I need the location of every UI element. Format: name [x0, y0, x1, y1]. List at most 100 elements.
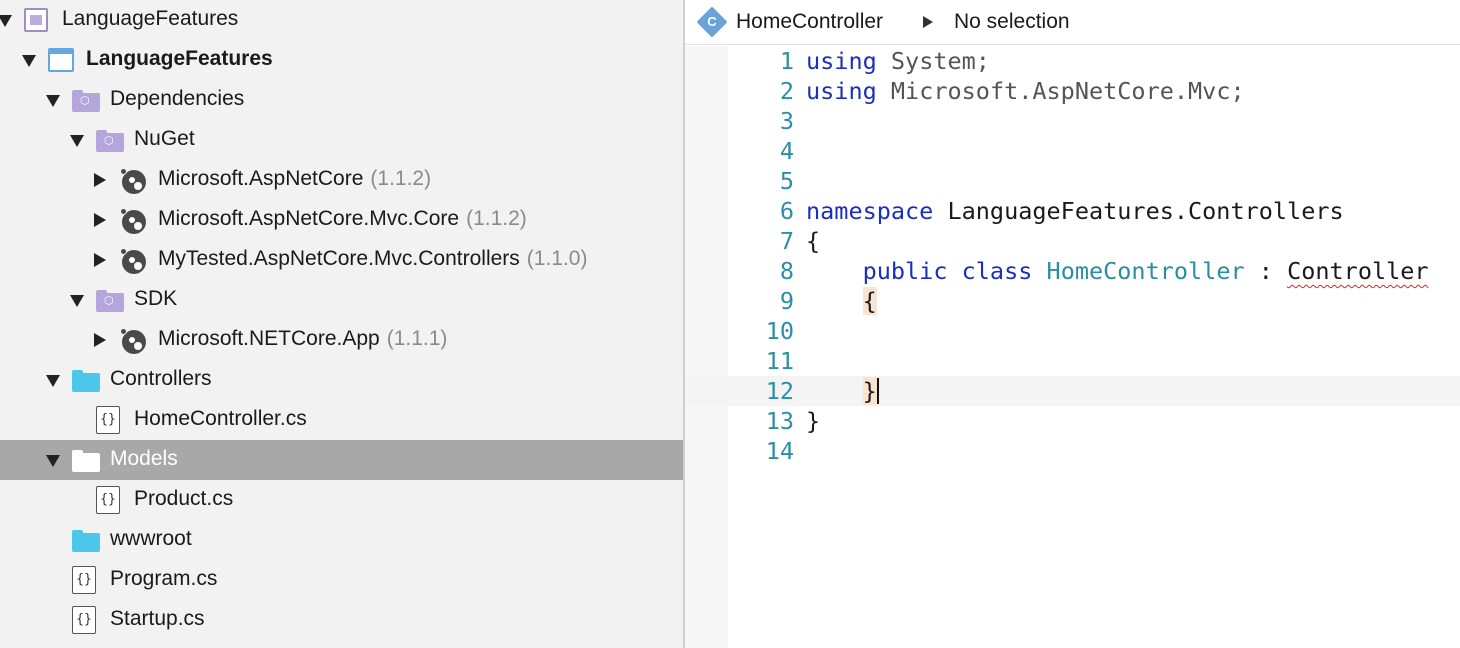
tree-item-dependencies[interactable]: Dependencies — [0, 80, 683, 120]
disclosure-right-icon[interactable] — [94, 173, 106, 187]
code-line[interactable]: 1 using System; — [685, 46, 1460, 76]
tree-item-microsoft-aspnetcore[interactable]: Microsoft.AspNetCore (1.1.2) — [0, 160, 683, 200]
tree-item-label: NuGet — [134, 127, 195, 151]
nuget-folder-icon — [96, 130, 124, 152]
disclosure-down-icon[interactable] — [46, 455, 60, 467]
line-number: 7 — [779, 227, 794, 255]
tree-item-microsoft-netcore-app[interactable]: Microsoft.NETCore.App (1.1.1) — [0, 320, 683, 360]
line-number: 11 — [765, 347, 794, 375]
solution-icon — [24, 8, 48, 32]
line-number: 3 — [779, 107, 794, 135]
code-token: namespace — [806, 197, 934, 225]
tree-item-sdk[interactable]: SDK — [0, 280, 683, 320]
tree-item-models[interactable]: Models — [0, 440, 683, 480]
tree-item-languagefeatures[interactable]: LanguageFeatures — [0, 40, 683, 80]
code-token: class — [961, 257, 1033, 285]
code-line[interactable]: 3 — [685, 106, 1460, 136]
tree-item-label: MyTested.AspNetCore.Mvc.Controllers (1.1.… — [158, 247, 587, 271]
line-number: 6 — [779, 197, 794, 225]
folder-icon — [72, 370, 100, 392]
folder-icon — [72, 450, 100, 472]
tree-item-controllers[interactable]: Controllers — [0, 360, 683, 400]
tree-item-homecontroller-cs[interactable]: {} HomeController.cs — [0, 400, 683, 440]
csharp-file-icon: {} — [96, 486, 120, 514]
csharp-file-icon: {} — [96, 406, 120, 434]
tree-item-microsoft-aspnetcore-mvc-core[interactable]: Microsoft.AspNetCore.Mvc.Core (1.1.2) — [0, 200, 683, 240]
code-token: : — [1244, 257, 1288, 285]
code-line[interactable]: 12 } — [685, 376, 1460, 406]
package-version: (1.1.2) — [370, 167, 432, 190]
project-icon — [48, 48, 74, 72]
tree-item-name: Controllers — [110, 367, 212, 390]
tree-item-wwwroot[interactable]: wwwroot — [0, 520, 683, 560]
tree-item-name: Microsoft.AspNetCore.Mvc.Core — [158, 207, 460, 230]
code-line[interactable]: 8 public class HomeController : Controll… — [685, 256, 1460, 286]
line-number: 12 — [765, 377, 794, 405]
tree-item-name: Dependencies — [110, 87, 245, 110]
csharp-file-icon: {} — [72, 606, 96, 634]
pathbar-class-name[interactable]: HomeController — [736, 10, 883, 34]
tree-item-mytested-aspnetcore-mvc-controllers[interactable]: MyTested.AspNetCore.Mvc.Controllers (1.1.… — [0, 240, 683, 280]
code-line[interactable]: 4 — [685, 136, 1460, 166]
code-line[interactable]: 2 using Microsoft.AspNetCore.Mvc; — [685, 76, 1460, 106]
tree-item-label: SDK — [134, 287, 177, 311]
line-number: 4 — [779, 137, 794, 165]
tree-item-label: Program.cs — [110, 567, 217, 591]
code-line[interactable]: 14 — [685, 436, 1460, 466]
tree-item-nuget[interactable]: NuGet — [0, 120, 683, 160]
folder-icon — [72, 530, 100, 552]
code-token: } — [806, 407, 821, 435]
disclosure-down-icon[interactable] — [46, 375, 60, 387]
code-line[interactable]: 13} — [685, 406, 1460, 436]
line-number: 2 — [779, 77, 794, 105]
code-editor[interactable]: C HomeController No selection 1 using Sys… — [685, 0, 1460, 648]
csharp-file-icon: {} — [72, 566, 96, 594]
code-line[interactable]: 9 { — [685, 286, 1460, 316]
tree-item-label: Dependencies — [110, 87, 244, 111]
code-token: LanguageFeatures.Controllers — [933, 197, 1344, 225]
tree-item-startup-cs[interactable]: {} Startup.cs — [0, 600, 683, 640]
class-icon: C — [696, 6, 728, 38]
line-number: 9 — [779, 287, 794, 315]
tree-item-label: Startup.cs — [110, 607, 205, 631]
package-version: (1.1.0) — [526, 247, 588, 270]
line-number: 5 — [779, 167, 794, 195]
pathbar-member-selector[interactable]: No selection — [954, 10, 1070, 34]
code-line[interactable]: 10 — [685, 316, 1460, 346]
disclosure-down-icon[interactable] — [0, 15, 12, 27]
tree-item-name: Startup.cs — [110, 607, 205, 630]
code-token: { — [862, 287, 877, 315]
code-area[interactable]: 1 using System; 2 using Microsoft.AspNetCor… — [685, 46, 1460, 648]
disclosure-right-icon[interactable] — [94, 213, 106, 227]
code-line[interactable]: 11 — [685, 346, 1460, 376]
code-token: System; — [890, 47, 990, 75]
disclosure-down-icon[interactable] — [70, 135, 84, 147]
tree-item-name: MyTested.AspNetCore.Mvc.Controllers — [158, 247, 520, 270]
disclosure-right-icon[interactable] — [94, 333, 106, 347]
solution-tree: LanguageFeatures LanguageFeatures Dependen… — [0, 0, 683, 640]
line-code: { — [806, 226, 820, 256]
code-token: using — [806, 47, 877, 75]
code-token: { — [806, 227, 821, 255]
tree-item-languagefeatures[interactable]: LanguageFeatures — [0, 0, 683, 40]
class-icon-letter: C — [707, 14, 717, 29]
tree-item-name: LanguageFeatures — [62, 7, 239, 30]
code-token: } — [862, 377, 877, 405]
code-line[interactable]: 5 — [685, 166, 1460, 196]
disclosure-right-icon[interactable] — [94, 253, 106, 267]
tree-item-program-cs[interactable]: {} Program.cs — [0, 560, 683, 600]
code-line[interactable]: 7{ — [685, 226, 1460, 256]
code-line[interactable]: 6 namespace LanguageFeatures.Controllers — [685, 196, 1460, 226]
disclosure-down-icon[interactable] — [22, 55, 36, 67]
code-token: Controller — [1287, 257, 1429, 285]
disclosure-down-icon[interactable] — [46, 95, 60, 107]
tree-item-label: Microsoft.AspNetCore (1.1.2) — [158, 167, 431, 191]
disclosure-down-icon[interactable] — [70, 295, 84, 307]
tree-item-product-cs[interactable]: {} Product.cs — [0, 480, 683, 520]
